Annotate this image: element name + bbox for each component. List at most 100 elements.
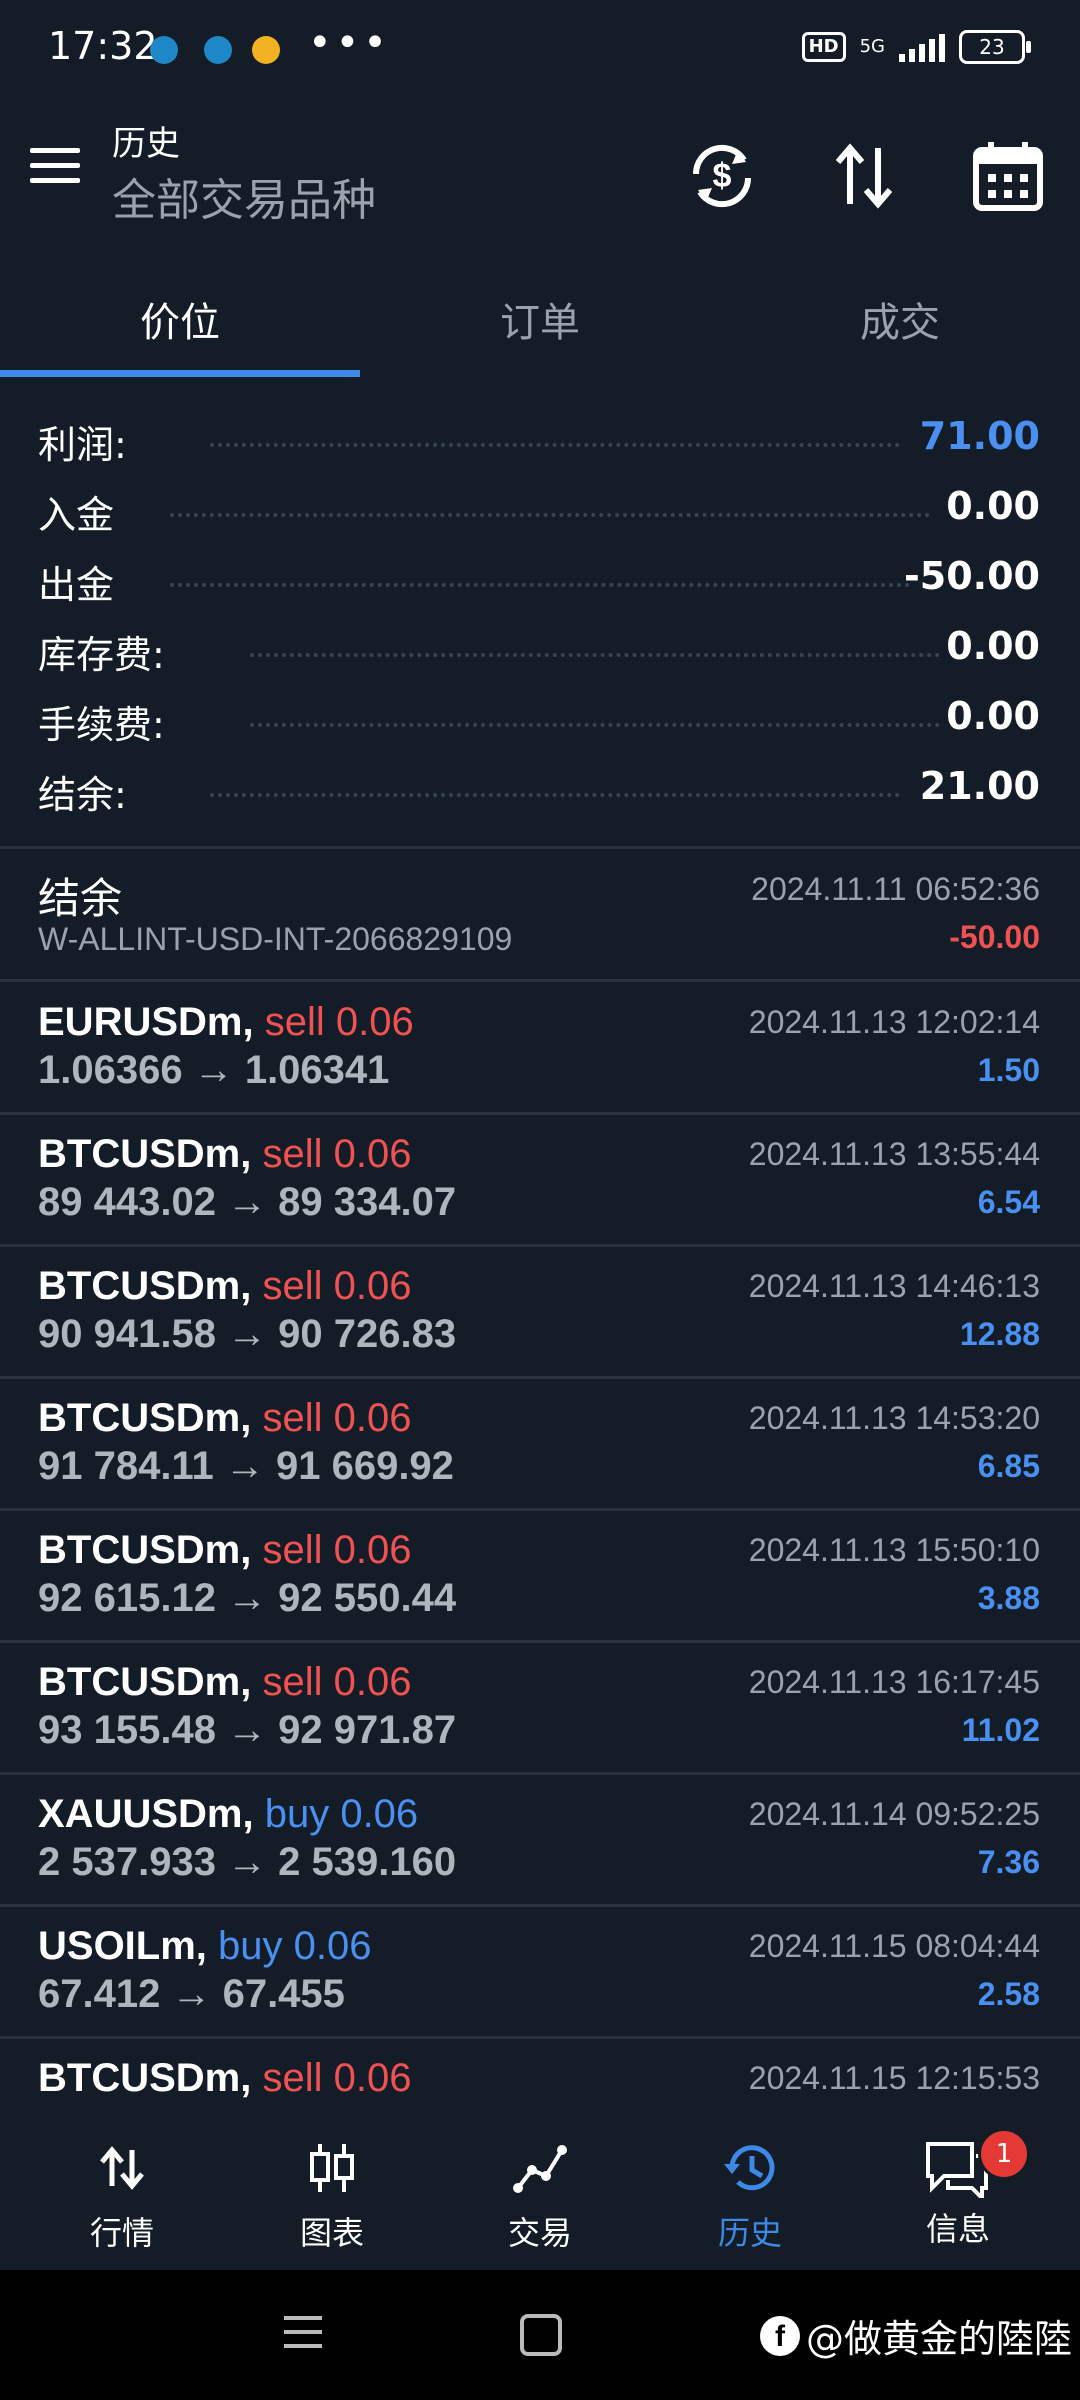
deal-row[interactable]: BTCUSDm, sell 0.06 91 784.11 → 91 669.92…: [0, 1378, 1080, 1508]
deal-time: 2024.11.13 12:02:14: [748, 1004, 1040, 1040]
deal-time: 2024.11.15 08:04:44: [748, 1928, 1040, 1964]
summary-value: 21.00: [919, 764, 1040, 808]
calendar-icon[interactable]: [968, 136, 1048, 216]
summary-row-deposit: 入金 0.00: [0, 470, 1080, 540]
deal-row[interactable]: XAUUSDm, buy 0.06 2 537.933 → 2 539.160 …: [0, 1774, 1080, 1904]
deal-profit: 11.02: [961, 1712, 1040, 1748]
deal-row[interactable]: BTCUSDm, sell 0.06 89 443.02 → 89 334.07…: [0, 1114, 1080, 1244]
watermark: f @做黄金的陸陸: [760, 2308, 1072, 2363]
deal-row[interactable]: BTCUSDm, sell 0.06 2024.11.15 12:15:53: [0, 2038, 1080, 2128]
status-bar: 17:32 ••• HD 5G 23: [0, 0, 1080, 100]
currency-sync-icon[interactable]: $: [682, 136, 762, 216]
deal-row[interactable]: BTCUSDm, sell 0.06 92 615.12 → 92 550.44…: [0, 1510, 1080, 1640]
deal-time: 2024.11.13 15:50:10: [748, 1532, 1040, 1568]
symbol-filter[interactable]: 全部交易品种: [112, 164, 376, 228]
deal-prices: 91 784.11 → 91 669.92: [38, 1444, 454, 1488]
deal-row[interactable]: BTCUSDm, sell 0.06 93 155.48 → 92 971.87…: [0, 1642, 1080, 1772]
nav-trade[interactable]: 交易: [432, 2138, 648, 2254]
nav-messages[interactable]: 1 信息: [850, 2128, 1066, 2250]
deal-time: 2024.11.13 13:55:44: [748, 1136, 1040, 1172]
deal-symbol: BTCUSDm,: [38, 2056, 252, 2100]
bottom-navigation: 行情 图表 交易 历史 1 信息: [0, 2128, 1080, 2270]
nav-history[interactable]: 历史: [642, 2138, 858, 2254]
deal-prices: 2 537.933 → 2 539.160: [38, 1840, 457, 1884]
deal-prices: 67.412 → 67.455: [38, 1972, 345, 2016]
summary-label: 结余:: [38, 773, 127, 817]
summary-label: 手续费:: [38, 703, 165, 747]
deal-time: 2024.11.15 12:15:53: [748, 2060, 1040, 2096]
page-title: 历史: [112, 124, 180, 164]
dot-leader: [250, 653, 940, 661]
deal-symbol: BTCUSDm,: [38, 1264, 252, 1308]
deal-time: 2024.11.13 14:53:20: [748, 1400, 1040, 1436]
deal-symbol: BTCUSDm,: [38, 1528, 252, 1572]
summary-row-commission: 手续费: 0.00: [0, 680, 1080, 750]
deal-profit: 6.54: [977, 1184, 1040, 1220]
dot-leader: [210, 443, 900, 451]
tab-positions[interactable]: 价位: [0, 290, 360, 348]
signal-icon: [899, 32, 945, 62]
watermark-text: @做黄金的陸陸: [806, 2317, 1073, 2361]
summary-label: 入金: [38, 493, 115, 537]
deal-prices: 1.06366 → 1.06341: [38, 1048, 390, 1092]
deal-side: sell 0.06: [262, 1396, 412, 1440]
balance-id: W-ALLINT-USD-INT-2066829109: [38, 921, 513, 957]
summary-value: 71.00: [919, 414, 1040, 458]
deal-side: sell 0.06: [262, 1660, 412, 1704]
history-icon: [724, 2145, 775, 2191]
deal-side: sell 0.06: [264, 1000, 414, 1044]
deal-time: 2024.11.11 06:52:36: [751, 871, 1040, 907]
deal-symbol: BTCUSDm,: [38, 1396, 252, 1440]
chart-icon: [310, 2144, 354, 2192]
summary-row-withdrawal: 出金 -50.00: [0, 540, 1080, 610]
nav-quotes[interactable]: 行情: [14, 2138, 230, 2254]
home-icon[interactable]: [520, 2314, 562, 2356]
system-nav-bar: f @做黄金的陸陸: [0, 2270, 1080, 2400]
hd-icon: HD: [801, 32, 846, 62]
summary-label: 库存费:: [38, 633, 165, 677]
tab-deals[interactable]: 成交: [720, 290, 1080, 348]
network-type: 5G: [859, 36, 885, 57]
deal-row[interactable]: EURUSDm, sell 0.06 1.06366 → 1.06341 202…: [0, 982, 1080, 1112]
deal-prices: 92 615.12 → 92 550.44: [38, 1576, 457, 1620]
deal-row[interactable]: USOILm, buy 0.06 67.412 → 67.455 2024.11…: [0, 1906, 1080, 2036]
nav-label: 行情: [89, 2214, 154, 2252]
app-notification-icon: [252, 36, 280, 64]
deal-side: buy 0.06: [264, 1792, 419, 1836]
dot-leader: [170, 513, 930, 521]
summary-row-swap: 库存费: 0.00: [0, 610, 1080, 680]
balance-entry[interactable]: 结余 W-ALLINT-USD-INT-2066829109 2024.11.1…: [0, 849, 1080, 979]
tab-orders[interactable]: 订单: [360, 290, 720, 348]
sort-icon[interactable]: [826, 136, 906, 216]
app-notification-icon: [150, 36, 178, 64]
trade-icon: [513, 2145, 567, 2193]
deal-profit: 3.88: [977, 1580, 1040, 1616]
deal-profit: 6.85: [977, 1448, 1040, 1484]
nav-label: 历史: [717, 2214, 782, 2252]
dot-leader: [170, 583, 910, 591]
active-tab-indicator: [0, 370, 360, 377]
app-bar: 历史 全部交易品种 $: [0, 100, 1080, 250]
history-tabs: 价位 订单 成交: [0, 262, 1080, 380]
menu-icon[interactable]: [30, 148, 80, 188]
nav-label: 交易: [507, 2214, 572, 2252]
summary-value: -50.00: [904, 554, 1040, 598]
balance-title: 结余: [38, 874, 123, 923]
deal-profit: 1.50: [977, 1052, 1040, 1088]
more-notifications-icon: •••: [308, 20, 391, 66]
deal-symbol: XAUUSDm,: [38, 1792, 254, 1836]
recent-apps-icon[interactable]: [284, 2316, 322, 2358]
deal-side: sell 0.06: [262, 1132, 412, 1176]
summary-row-profit: 利润: 71.00: [0, 400, 1080, 470]
nav-chart[interactable]: 图表: [224, 2138, 440, 2254]
deal-symbol: BTCUSDm,: [38, 1132, 252, 1176]
deal-symbol: BTCUSDm,: [38, 1660, 252, 1704]
deal-row[interactable]: BTCUSDm, sell 0.06 90 941.58 → 90 726.83…: [0, 1246, 1080, 1376]
summary-row-balance: 结余: 21.00: [0, 750, 1080, 820]
deal-symbol: EURUSDm,: [38, 1000, 254, 1044]
deal-profit: 7.36: [977, 1844, 1040, 1880]
deal-side: sell 0.06: [262, 1528, 412, 1572]
summary-value: 0.00: [946, 694, 1040, 738]
nav-label: 图表: [299, 2214, 364, 2252]
battery-icon: 23: [959, 30, 1031, 64]
